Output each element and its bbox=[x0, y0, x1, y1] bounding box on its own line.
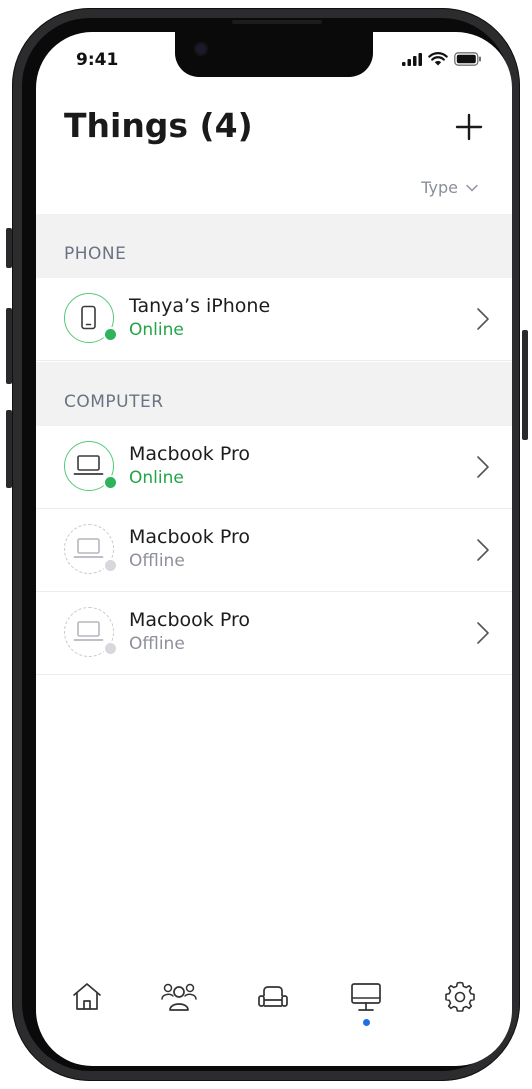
battery-icon bbox=[454, 52, 481, 66]
wifi-icon bbox=[428, 52, 448, 66]
monitor-icon bbox=[351, 983, 381, 1011]
status-icons bbox=[402, 52, 482, 66]
volume-down-button bbox=[6, 410, 12, 488]
chevron-right-icon bbox=[477, 308, 489, 330]
online-indicator bbox=[105, 477, 116, 488]
sort-dropdown[interactable]: Type bbox=[421, 178, 478, 197]
section-header-phone: PHONE bbox=[36, 214, 512, 278]
settings-icon bbox=[445, 981, 475, 1012]
signal-icon bbox=[402, 52, 422, 66]
tab-rooms[interactable] bbox=[253, 977, 293, 1017]
tab-bar bbox=[36, 977, 512, 1037]
device-name: Macbook Pro bbox=[129, 526, 250, 548]
offline-indicator bbox=[105, 560, 116, 571]
list-item[interactable]: Tanya’s iPhone Online bbox=[36, 278, 512, 361]
sofa-icon bbox=[258, 986, 288, 1007]
speaker-grille bbox=[232, 20, 322, 24]
power-button bbox=[522, 330, 528, 440]
add-button[interactable] bbox=[454, 112, 484, 142]
list-item[interactable]: Macbook Pro Offline bbox=[36, 509, 512, 592]
list-item[interactable]: Macbook Pro Offline bbox=[36, 592, 512, 675]
section-title: COMPUTER bbox=[64, 392, 164, 412]
online-indicator bbox=[105, 329, 116, 340]
chevron-down-icon bbox=[466, 184, 478, 191]
device-status: Online bbox=[129, 468, 184, 488]
section-title: PHONE bbox=[64, 244, 127, 264]
device-avatar bbox=[64, 607, 116, 657]
device-avatar bbox=[64, 293, 116, 343]
tab-home[interactable] bbox=[67, 977, 107, 1017]
camera bbox=[196, 44, 206, 54]
app-screen: 9:41 Things (4) Type PHONE Tanya’s iPhon… bbox=[36, 32, 512, 1066]
active-tab-indicator bbox=[363, 1019, 370, 1026]
page-title: Things (4) bbox=[64, 106, 253, 145]
device-avatar bbox=[64, 524, 116, 574]
device-name: Tanya’s iPhone bbox=[129, 295, 271, 317]
list-item[interactable]: Macbook Pro Online bbox=[36, 426, 512, 509]
people-icon bbox=[161, 983, 197, 1011]
chevron-right-icon bbox=[477, 456, 489, 478]
chevron-right-icon bbox=[477, 539, 489, 561]
status-time: 9:41 bbox=[76, 50, 119, 70]
device-status: Online bbox=[129, 320, 184, 340]
sort-label: Type bbox=[421, 178, 458, 197]
device-status: Offline bbox=[129, 551, 185, 571]
device-name: Macbook Pro bbox=[129, 609, 250, 631]
section-header-computer: COMPUTER bbox=[36, 362, 512, 426]
tab-things[interactable] bbox=[346, 977, 386, 1026]
tab-people[interactable] bbox=[159, 977, 199, 1017]
device-status: Offline bbox=[129, 634, 185, 654]
offline-indicator bbox=[105, 643, 116, 654]
chevron-right-icon bbox=[477, 622, 489, 644]
home-icon bbox=[73, 983, 101, 1010]
mute-switch bbox=[6, 228, 12, 268]
plus-icon bbox=[455, 113, 483, 141]
notch bbox=[175, 32, 373, 77]
volume-up-button bbox=[6, 308, 12, 384]
tab-settings[interactable] bbox=[440, 977, 480, 1017]
device-name: Macbook Pro bbox=[129, 443, 250, 465]
device-avatar bbox=[64, 441, 116, 491]
